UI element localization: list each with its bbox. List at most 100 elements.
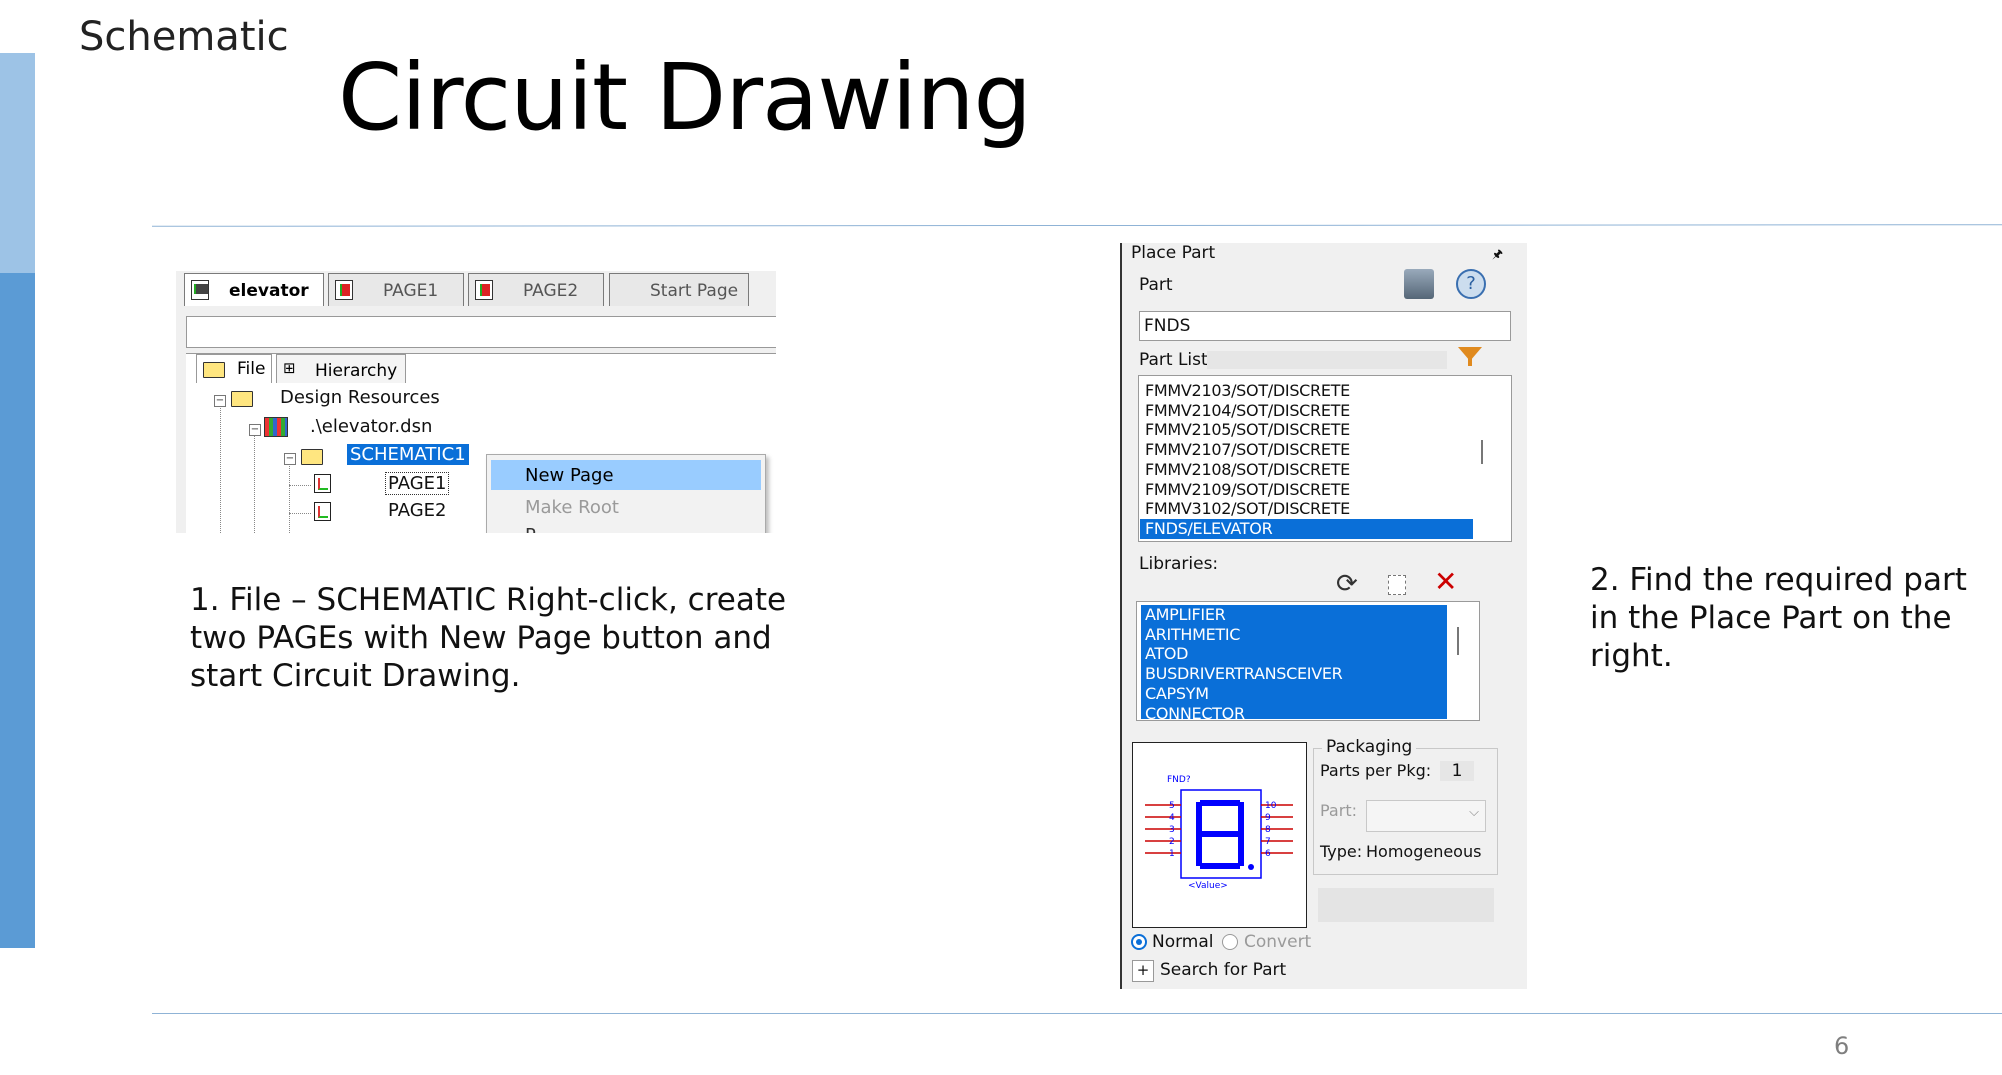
section-label: Schematic xyxy=(79,14,289,60)
subtab-hierarchy[interactable]: ⊞ Hierarchy xyxy=(276,354,406,383)
seven-segment-symbol xyxy=(1145,789,1293,879)
page-icon xyxy=(314,502,331,521)
left-pin: 2 xyxy=(1169,837,1175,847)
menu-item-new-page[interactable]: New Page xyxy=(491,460,761,490)
help-icon[interactable]: ? xyxy=(1456,269,1486,299)
right-pin: 10 xyxy=(1265,801,1277,811)
radio-normal[interactable] xyxy=(1131,934,1147,950)
filter-icon-stem xyxy=(1468,358,1472,366)
page-icon xyxy=(314,474,331,493)
tree-item-page1[interactable]: PAGE1 xyxy=(385,472,450,495)
packaging-spacer xyxy=(1318,888,1494,922)
caption-step-2: 2. Find the required part in the Place P… xyxy=(1590,562,1967,674)
preview-ref: FND? xyxy=(1167,775,1191,785)
right-pin: 7 xyxy=(1265,837,1271,847)
part-list-filter[interactable] xyxy=(1207,351,1447,369)
part-list-label: Part List: xyxy=(1139,350,1214,370)
subtab-label: Hierarchy xyxy=(315,361,398,381)
part-list-item[interactable]: FMMV2109/SOT/DISCRETE xyxy=(1145,480,1350,500)
library-item[interactable]: CONNECTOR xyxy=(1145,704,1245,721)
library-item[interactable]: AMPLIFIER xyxy=(1145,605,1226,625)
library-item[interactable]: BUSDRIVERTRANSCEIVER xyxy=(1145,664,1343,684)
part-list-item[interactable]: FMMV2107/SOT/DISCRETE xyxy=(1145,440,1350,460)
library-item[interactable]: ARITHMETIC xyxy=(1145,625,1240,645)
tree-item-design-file[interactable]: .\elevator.dsn xyxy=(310,416,432,437)
toolbar-area xyxy=(186,316,776,348)
part-list-item[interactable]: FMMV3102/SOT/DISCRETE xyxy=(1145,499,1350,519)
tab-page1[interactable]: PAGE1 xyxy=(328,273,464,306)
accent-bar-dark xyxy=(0,273,35,948)
caption-step-1: 1. File – SCHEMATIC Right-click, create … xyxy=(190,582,787,694)
accent-bar-light xyxy=(0,53,35,273)
chevron-down-icon: ⌵ xyxy=(1469,805,1479,820)
part-label: Part xyxy=(1139,275,1173,295)
right-pin: 8 xyxy=(1265,825,1271,835)
tree-line xyxy=(289,459,290,533)
right-pin: 9 xyxy=(1265,813,1271,823)
library-item[interactable]: CAPSYM xyxy=(1145,684,1209,704)
design-icon xyxy=(191,280,209,300)
collapse-toggle[interactable]: − xyxy=(249,424,261,436)
search-for-part-label[interactable]: Search for Part xyxy=(1160,960,1286,980)
tab-start-page[interactable]: Start Page xyxy=(609,273,749,306)
part-list-item[interactable]: FMMV2103/SOT/DISCRETE xyxy=(1145,381,1350,401)
new-library-icon[interactable] xyxy=(1388,575,1406,595)
remove-library-icon[interactable]: ✕ xyxy=(1434,566,1457,598)
part-list[interactable]: FMMV2103/SOT/DISCRETE FMMV2104/SOT/DISCR… xyxy=(1138,375,1512,542)
preview-value: <Value> xyxy=(1188,881,1228,891)
tab-label: elevator xyxy=(229,281,309,301)
collapse-toggle[interactable]: − xyxy=(284,453,296,465)
search-expand-toggle[interactable]: + xyxy=(1132,960,1154,982)
part-list-item[interactable]: FMMV2105/SOT/DISCRETE xyxy=(1145,420,1350,440)
design-file-icon xyxy=(264,417,288,437)
radio-convert[interactable] xyxy=(1222,934,1238,950)
part-list-item-selected[interactable]: FNDS/ELEVATOR xyxy=(1140,518,1473,539)
project-manager-screenshot: elevator PAGE1 PAGE2 Start Page File ⊞ H… xyxy=(176,271,776,533)
part-list-item[interactable]: FMMV2104/SOT/DISCRETE xyxy=(1145,401,1350,421)
left-pin: 3 xyxy=(1169,825,1175,835)
refresh-icon[interactable]: ⟳ xyxy=(1336,571,1358,597)
tree-item-design-resources[interactable]: Design Resources xyxy=(280,387,440,408)
part-preview: FND? 5 4 3 2 1 10 9 8 7 6 <Value> xyxy=(1132,742,1307,928)
open-folder-icon xyxy=(301,449,323,465)
tab-label: Start Page xyxy=(650,281,739,301)
tree-line xyxy=(289,513,311,514)
tab-label: PAGE1 xyxy=(383,281,439,301)
left-pin: 5 xyxy=(1169,801,1175,811)
tree-item-schematic[interactable]: SCHEMATIC1 xyxy=(347,444,469,465)
context-menu: New Page Make Root P xyxy=(486,454,766,533)
left-pin: 1 xyxy=(1169,849,1175,859)
schematic-page-icon xyxy=(335,280,353,300)
radio-normal-label: Normal xyxy=(1152,932,1214,952)
place-part-panel: Place Part 🖈 Part ? FNDS Part List: FMMV… xyxy=(1120,243,1527,989)
menu-item-partial[interactable]: P xyxy=(525,525,536,533)
tab-label: PAGE2 xyxy=(523,281,579,301)
left-pin: 4 xyxy=(1169,813,1175,823)
folder-icon xyxy=(203,362,225,378)
library-item[interactable]: ATOD xyxy=(1145,644,1189,664)
tab-elevator[interactable]: elevator xyxy=(184,273,324,306)
add-library-icon[interactable] xyxy=(1404,269,1434,299)
tree-line xyxy=(220,401,221,533)
collapse-toggle[interactable]: − xyxy=(214,395,226,407)
pin-icon[interactable]: 🖈 xyxy=(1492,245,1503,266)
scrollbar-thumb[interactable] xyxy=(1481,440,1483,464)
part-input[interactable]: FNDS xyxy=(1139,311,1511,341)
menu-item-label: New Page xyxy=(525,465,614,486)
tab-page2[interactable]: PAGE2 xyxy=(468,273,604,306)
libraries-list[interactable]: AMPLIFIER ARITHMETIC ATOD BUSDRIVERTRANS… xyxy=(1136,601,1480,721)
subtab-label: File xyxy=(237,359,266,379)
divider-top xyxy=(151,224,2002,227)
part-list-item[interactable]: FMMV2108/SOT/DISCRETE xyxy=(1145,460,1350,480)
scrollbar-thumb[interactable] xyxy=(1457,627,1459,655)
page-number: 6 xyxy=(1834,1032,1850,1060)
tree-line xyxy=(289,485,311,486)
hierarchy-icon: ⊞ xyxy=(283,359,296,377)
menu-item-make-root[interactable]: Make Root xyxy=(525,497,619,518)
divider-bottom xyxy=(152,1013,2002,1014)
radio-convert-label: Convert xyxy=(1244,932,1312,952)
parts-per-pkg-label: Parts per Pkg: xyxy=(1320,761,1432,780)
package-part-select[interactable]: ⌵ xyxy=(1366,800,1486,832)
subtab-file[interactable]: File xyxy=(196,354,272,383)
tree-item-page2[interactable]: PAGE2 xyxy=(388,500,446,521)
